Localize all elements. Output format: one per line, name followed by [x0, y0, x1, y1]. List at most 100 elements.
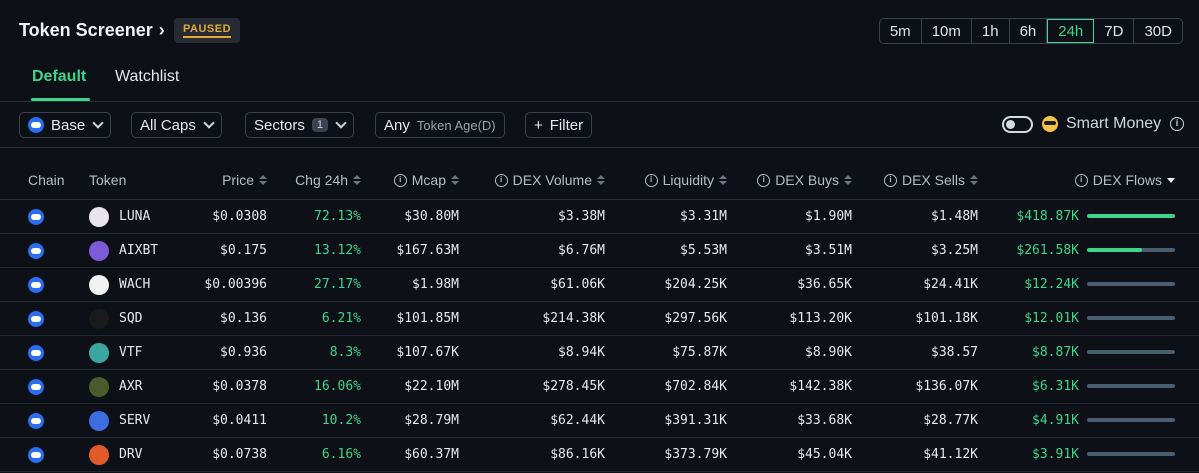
caps-dropdown[interactable]: All Caps: [131, 112, 222, 138]
header-chg-24h[interactable]: Chg 24h: [295, 172, 361, 188]
cell-dex-flows: $418.87K: [1016, 209, 1079, 224]
timeframe-5m[interactable]: 5m: [880, 19, 922, 43]
cell-price: $0.136: [220, 311, 267, 326]
sectors-dropdown[interactable]: Sectors 1: [245, 112, 354, 138]
base-chain-icon: [28, 117, 44, 133]
cell-price: $0.0411: [212, 413, 267, 428]
timeframe-24h[interactable]: 24h: [1047, 19, 1095, 43]
cell-mcap: $101.85M: [396, 311, 459, 326]
token-table: Chain Token Price Chg 24h i Mcap i DEX V…: [0, 160, 1199, 472]
base-chain-icon: [28, 379, 44, 395]
token-age-filter[interactable]: Any Token Age(D): [375, 112, 505, 138]
sort-icon: [970, 175, 978, 185]
base-chain-icon: [28, 277, 44, 293]
chain-dropdown[interactable]: Base: [19, 112, 112, 138]
token-symbol[interactable]: DRV: [119, 447, 142, 462]
table-row[interactable]: DRV $0.0738 6.16% $60.37M $86.16K $373.79K $45…: [0, 438, 1199, 472]
cell-price: $0.0378: [212, 379, 267, 394]
table-row[interactable]: LUNA $0.0308 72.13% $30.80M $3.38M $3.31M $1.9…: [0, 200, 1199, 234]
token-symbol[interactable]: SERV: [119, 413, 150, 428]
info-icon: i: [757, 173, 771, 187]
token-symbol[interactable]: LUNA: [119, 209, 150, 224]
cell-dex-volume: $6.76M: [558, 243, 605, 258]
cell-liquidity: $702.84K: [664, 379, 727, 394]
token-symbol[interactable]: SQD: [119, 311, 142, 326]
page-title[interactable]: Token Screener ›: [19, 20, 165, 41]
cell-dex-sells: $3.25M: [931, 243, 978, 258]
sort-icon: [844, 175, 852, 185]
header-token: Token: [89, 172, 127, 188]
chevron-right-icon: ›: [158, 20, 165, 40]
cell-price: $0.936: [220, 345, 267, 360]
status-badge-text: PAUSED: [183, 23, 232, 38]
timeframe-10m[interactable]: 10m: [922, 19, 972, 43]
cell-dex-flows: $3.91K: [1032, 447, 1079, 462]
token-age-label: Token Age(D): [416, 117, 496, 133]
table-row[interactable]: VTF $0.936 8.3% $107.67K $8.94K $75.87K $8.90K…: [0, 336, 1199, 370]
cell-price: $0.0738: [212, 447, 267, 462]
cell-dex-volume: $214.38K: [542, 311, 605, 326]
cell-dex-sells: $1.48M: [931, 209, 978, 224]
header-dex-flows[interactable]: i DEX Flows: [1074, 172, 1175, 188]
dex-flow-bar: [1087, 282, 1175, 286]
timeframe-30d[interactable]: 30D: [1134, 19, 1182, 43]
cell-dex-volume: $86.16K: [550, 447, 605, 462]
page-title-text: Token Screener: [19, 20, 153, 40]
table-row[interactable]: SERV $0.0411 10.2% $28.79M $62.44K $391.31K $3…: [0, 404, 1199, 438]
cell-dex-volume: $278.45K: [542, 379, 605, 394]
token-symbol[interactable]: AIXBT: [119, 243, 158, 258]
cell-liquidity: $373.79K: [664, 447, 727, 462]
cell-chg: 8.3%: [329, 345, 361, 360]
header-dex-buys[interactable]: i DEX Buys: [757, 172, 852, 188]
cell-dex-volume: $8.94K: [558, 345, 605, 360]
chevron-down-icon: [203, 117, 215, 129]
base-chain-icon: [28, 209, 44, 225]
tab-watchlist[interactable]: Watchlist: [115, 68, 179, 86]
cell-mcap: $30.80M: [404, 209, 459, 224]
cell-dex-sells: $136.07K: [915, 379, 978, 394]
header-price[interactable]: Price: [222, 172, 267, 188]
cell-dex-volume: $62.44K: [550, 413, 605, 428]
table-row[interactable]: SQD $0.136 6.21% $101.85M $214.38K $297.56K $1…: [0, 302, 1199, 336]
base-chain-icon: [28, 413, 44, 429]
chevron-down-icon: [335, 117, 347, 129]
header-dex-sells[interactable]: i DEX Sells: [883, 172, 978, 188]
timeframe-6h[interactable]: 6h: [1010, 19, 1048, 43]
cell-mcap: $28.79M: [404, 413, 459, 428]
cell-mcap: $1.98M: [412, 277, 459, 292]
dex-flow-bar: [1087, 214, 1175, 218]
info-icon: i: [393, 173, 407, 187]
table-row[interactable]: AIXBT $0.175 13.12% $167.63M $6.76M $5.53M $3.…: [0, 234, 1199, 268]
cell-liquidity: $3.31M: [680, 209, 727, 224]
smart-money-toggle[interactable]: [1002, 116, 1033, 133]
table-row[interactable]: AXR $0.0378 16.06% $22.10M $278.45K $702.84K $…: [0, 370, 1199, 404]
cell-dex-volume: $3.38M: [558, 209, 605, 224]
dex-flow-bar: [1087, 316, 1175, 320]
header-liquidity[interactable]: i Liquidity: [644, 172, 727, 188]
chevron-down-icon: [92, 117, 104, 129]
info-icon: i: [1074, 173, 1088, 187]
token-symbol[interactable]: VTF: [119, 345, 142, 360]
table-row[interactable]: WACH $0.00396 27.17% $1.98M $61.06K $204.25K $…: [0, 268, 1199, 302]
token-symbol[interactable]: AXR: [119, 379, 142, 394]
timeframe-1h[interactable]: 1h: [972, 19, 1010, 43]
tab-default[interactable]: Default: [32, 68, 86, 86]
header-mcap[interactable]: i Mcap: [393, 172, 459, 188]
base-chain-icon: [28, 447, 44, 463]
header: Token Screener › PAUSED 5m 10m 1h 6h 24h…: [0, 0, 1199, 60]
info-icon[interactable]: i: [1170, 117, 1184, 131]
cell-chg: 72.13%: [314, 209, 361, 224]
info-icon: i: [494, 173, 508, 187]
dex-flow-bar: [1087, 248, 1175, 252]
header-dex-volume[interactable]: i DEX Volume: [494, 172, 605, 188]
timeframe-7d[interactable]: 7D: [1094, 19, 1135, 43]
cell-dex-buys: $8.90K: [805, 345, 852, 360]
cell-price: $0.175: [220, 243, 267, 258]
dex-flow-bar: [1087, 384, 1175, 388]
cell-dex-buys: $45.04K: [797, 447, 852, 462]
token-symbol[interactable]: WACH: [119, 277, 150, 292]
filter-button[interactable]: + Filter: [525, 112, 593, 138]
smart-money-label: Smart Money: [1066, 115, 1162, 132]
tab-bar: Default Watchlist: [0, 60, 1199, 102]
cell-dex-sells: $28.77K: [923, 413, 978, 428]
